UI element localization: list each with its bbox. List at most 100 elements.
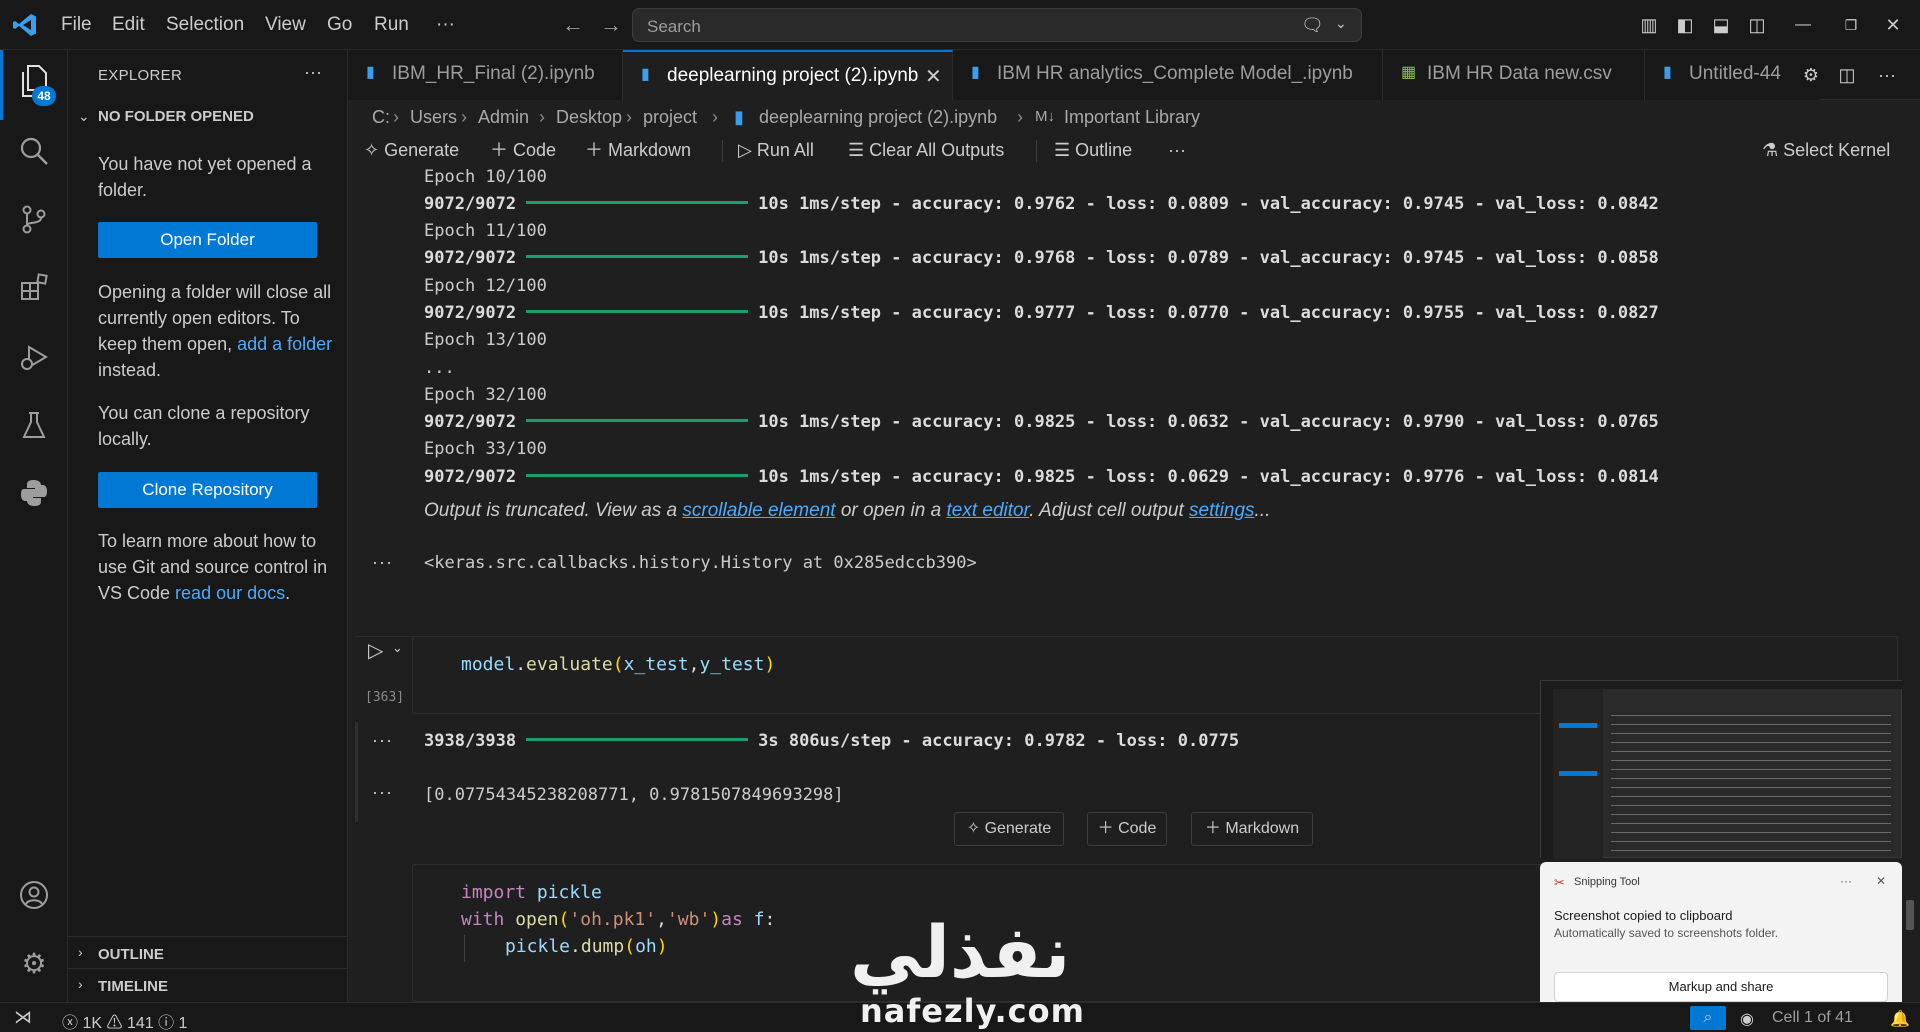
code-line: with open('oh.pk1','wb')as f: — [461, 906, 775, 933]
select-kernel-button[interactable]: ⚗ Select Kernel — [1762, 136, 1890, 164]
insert-code-button[interactable]: ＋ Code — [1087, 812, 1167, 846]
no-folder-section-header[interactable]: NO FOLDER OPENED — [98, 108, 254, 125]
toggle-panel-icon[interactable]: ⬓ — [1708, 12, 1734, 38]
breadcrumb-section[interactable]: Important Library — [1064, 104, 1200, 130]
cell-position[interactable]: Cell 1 of 41 — [1772, 1009, 1853, 1027]
code-token: ( — [612, 654, 624, 675]
open-folder-button[interactable]: Open Folder — [98, 222, 317, 258]
outline-section-header[interactable]: OUTLINE — [98, 946, 164, 963]
chevron-right-icon[interactable]: › — [78, 944, 83, 960]
step-count: 9072/9072 — [424, 412, 517, 432]
run-cell-icon[interactable]: ▷ — [368, 638, 383, 663]
generate-toolbar-button[interactable]: ✧ Generate — [364, 136, 459, 164]
testing-flask-icon[interactable] — [16, 410, 52, 446]
python-icon[interactable] — [16, 478, 52, 514]
clear-all-outputs-button[interactable]: ☰ Clear All Outputs — [848, 136, 1004, 164]
add-code-button[interactable]: ＋ Code — [490, 136, 556, 164]
back-arrow-icon[interactable]: ← — [560, 12, 586, 38]
more-actions-icon[interactable]: ··· — [1874, 62, 1900, 88]
step-count: 9072/9072 — [424, 194, 517, 214]
screenshot-thumbnail[interactable] — [1540, 680, 1903, 859]
insert-markdown-button[interactable]: ＋ Markdown — [1191, 812, 1313, 846]
outline-button[interactable]: ☰ Outline — [1054, 136, 1132, 164]
split-editor-icon[interactable]: ◫ — [1834, 62, 1860, 88]
breadcrumb-users[interactable]: Users — [410, 104, 457, 130]
tab-untitled-44[interactable]: ▮ Untitled-44 — [1645, 50, 1820, 100]
menu-run[interactable]: Run — [374, 0, 409, 50]
problems-indicator[interactable]: ⓧ 1K ⚠ 141 ⓘ 1 — [62, 1009, 187, 1032]
toggle-sidebar-icon[interactable]: ◧ — [1672, 12, 1698, 38]
tab-ibm-hr-final[interactable]: ▮ IBM_HR_Final (2).ipynb — [348, 50, 623, 100]
toast-more-icon[interactable]: ··· — [1840, 874, 1852, 888]
toggle-secondary-sidebar-icon[interactable]: ◫ — [1744, 12, 1770, 38]
menu-view[interactable]: View — [265, 0, 306, 50]
run-all-button[interactable]: ▷ Run All — [738, 136, 814, 164]
warning-icon: ⚠ — [102, 1015, 127, 1032]
thumb-button — [1559, 771, 1597, 776]
gear-icon[interactable]: ⚙ — [1798, 62, 1824, 88]
code-token: , — [656, 909, 667, 930]
account-icon[interactable] — [16, 880, 52, 916]
chevron-down-icon[interactable]: ⌄ — [78, 108, 90, 125]
add-folder-link[interactable]: add a folder — [237, 334, 332, 354]
breadcrumb-project[interactable]: project — [643, 104, 697, 130]
snipping-tool-notification[interactable]: ✂ Snipping Tool ··· ✕ Screenshot copied … — [1540, 862, 1902, 1014]
chevron-down-icon[interactable]: ⌄ — [392, 640, 403, 656]
extensions-icon[interactable] — [16, 272, 52, 308]
code-token: with — [461, 909, 505, 930]
breadcrumb-desktop[interactable]: Desktop — [556, 104, 622, 130]
code-line: import pickle — [461, 879, 602, 906]
command-search-input[interactable]: Search 🗨 ⌄ — [632, 8, 1362, 42]
tab-ibm-hr-analytics[interactable]: ▮ IBM HR analytics_Complete Model_.ipynb — [953, 50, 1383, 100]
close-window-icon[interactable]: ✕ — [1880, 12, 1906, 38]
insert-generate-button[interactable]: ✧ Generate — [954, 812, 1064, 846]
search-icon[interactable] — [16, 136, 52, 172]
restore-icon[interactable]: ❐ — [1838, 12, 1864, 38]
clone-repository-button[interactable]: Clone Repository — [98, 472, 317, 508]
menu-edit[interactable]: Edit — [112, 0, 145, 50]
forward-arrow-icon[interactable]: → — [598, 12, 624, 38]
close-editors-message: Opening a folder will close all currentl… — [98, 279, 333, 383]
chevron-right-icon[interactable]: › — [78, 976, 83, 992]
tab-deeplearning-project[interactable]: ▮ deeplearning project (2).ipynb ✕ — [623, 50, 953, 100]
notebook-icon: ▮ — [734, 107, 744, 127]
notifications-bell-icon[interactable]: 🔔 — [1890, 1009, 1910, 1029]
tab-ibm-hr-data-csv[interactable]: ▦ IBM HR Data new.csv — [1383, 50, 1645, 100]
chevron-down-icon[interactable]: ⌄ — [1335, 15, 1347, 32]
editor-scrollbar[interactable] — [1906, 900, 1914, 930]
customize-layout-icon[interactable]: ▥ — [1636, 12, 1662, 38]
search-icon[interactable]: ⌕ — [1690, 1006, 1726, 1030]
copilot-icon[interactable]: ◉ — [1740, 1009, 1754, 1029]
output-collapse-bar[interactable] — [355, 722, 358, 822]
menu-selection[interactable]: Selection — [166, 0, 244, 50]
copilot-chat-icon[interactable]: 🗨 — [1301, 15, 1324, 36]
gear-icon[interactable]: ⚙ — [16, 946, 52, 982]
settings-link[interactable]: settings — [1189, 500, 1254, 521]
remote-icon[interactable]: ⋊ — [14, 1007, 32, 1028]
toast-body: Automatically saved to screenshots folde… — [1554, 926, 1779, 940]
scrollable-element-link[interactable]: scrollable element — [682, 500, 835, 521]
menu-file[interactable]: File — [61, 0, 92, 50]
breadcrumb-drive[interactable]: C: — [372, 104, 390, 130]
breadcrumb-file[interactable]: deeplearning project (2).ipynb — [759, 104, 997, 130]
read-docs-link[interactable]: read our docs — [175, 583, 285, 603]
output-actions-icon[interactable]: ··· — [372, 552, 393, 573]
text-editor-link[interactable]: text editor — [946, 500, 1029, 521]
toast-close-icon[interactable]: ✕ — [1876, 874, 1886, 888]
source-control-icon[interactable] — [16, 204, 52, 240]
run-debug-icon[interactable] — [16, 342, 52, 378]
output-actions-icon[interactable]: ··· — [372, 782, 393, 803]
more-toolbar-icon[interactable]: ··· — [1168, 136, 1186, 164]
add-markdown-button[interactable]: ＋ Markdown — [585, 136, 691, 164]
explorer-more-icon[interactable]: ··· — [304, 62, 322, 83]
menu-go[interactable]: Go — [327, 0, 352, 50]
menu-more[interactable]: ··· — [436, 0, 455, 50]
minimize-icon[interactable]: — — [1790, 12, 1816, 38]
close-icon[interactable]: ✕ — [925, 64, 942, 89]
insert-markdown-label: Markdown — [1225, 820, 1300, 837]
markup-and-share-button[interactable]: Markup and share — [1554, 972, 1888, 1002]
code-token: : — [764, 909, 776, 930]
output-actions-icon[interactable]: ··· — [372, 730, 393, 751]
timeline-section-header[interactable]: TIMELINE — [98, 978, 168, 995]
breadcrumb-admin[interactable]: Admin — [478, 104, 529, 130]
